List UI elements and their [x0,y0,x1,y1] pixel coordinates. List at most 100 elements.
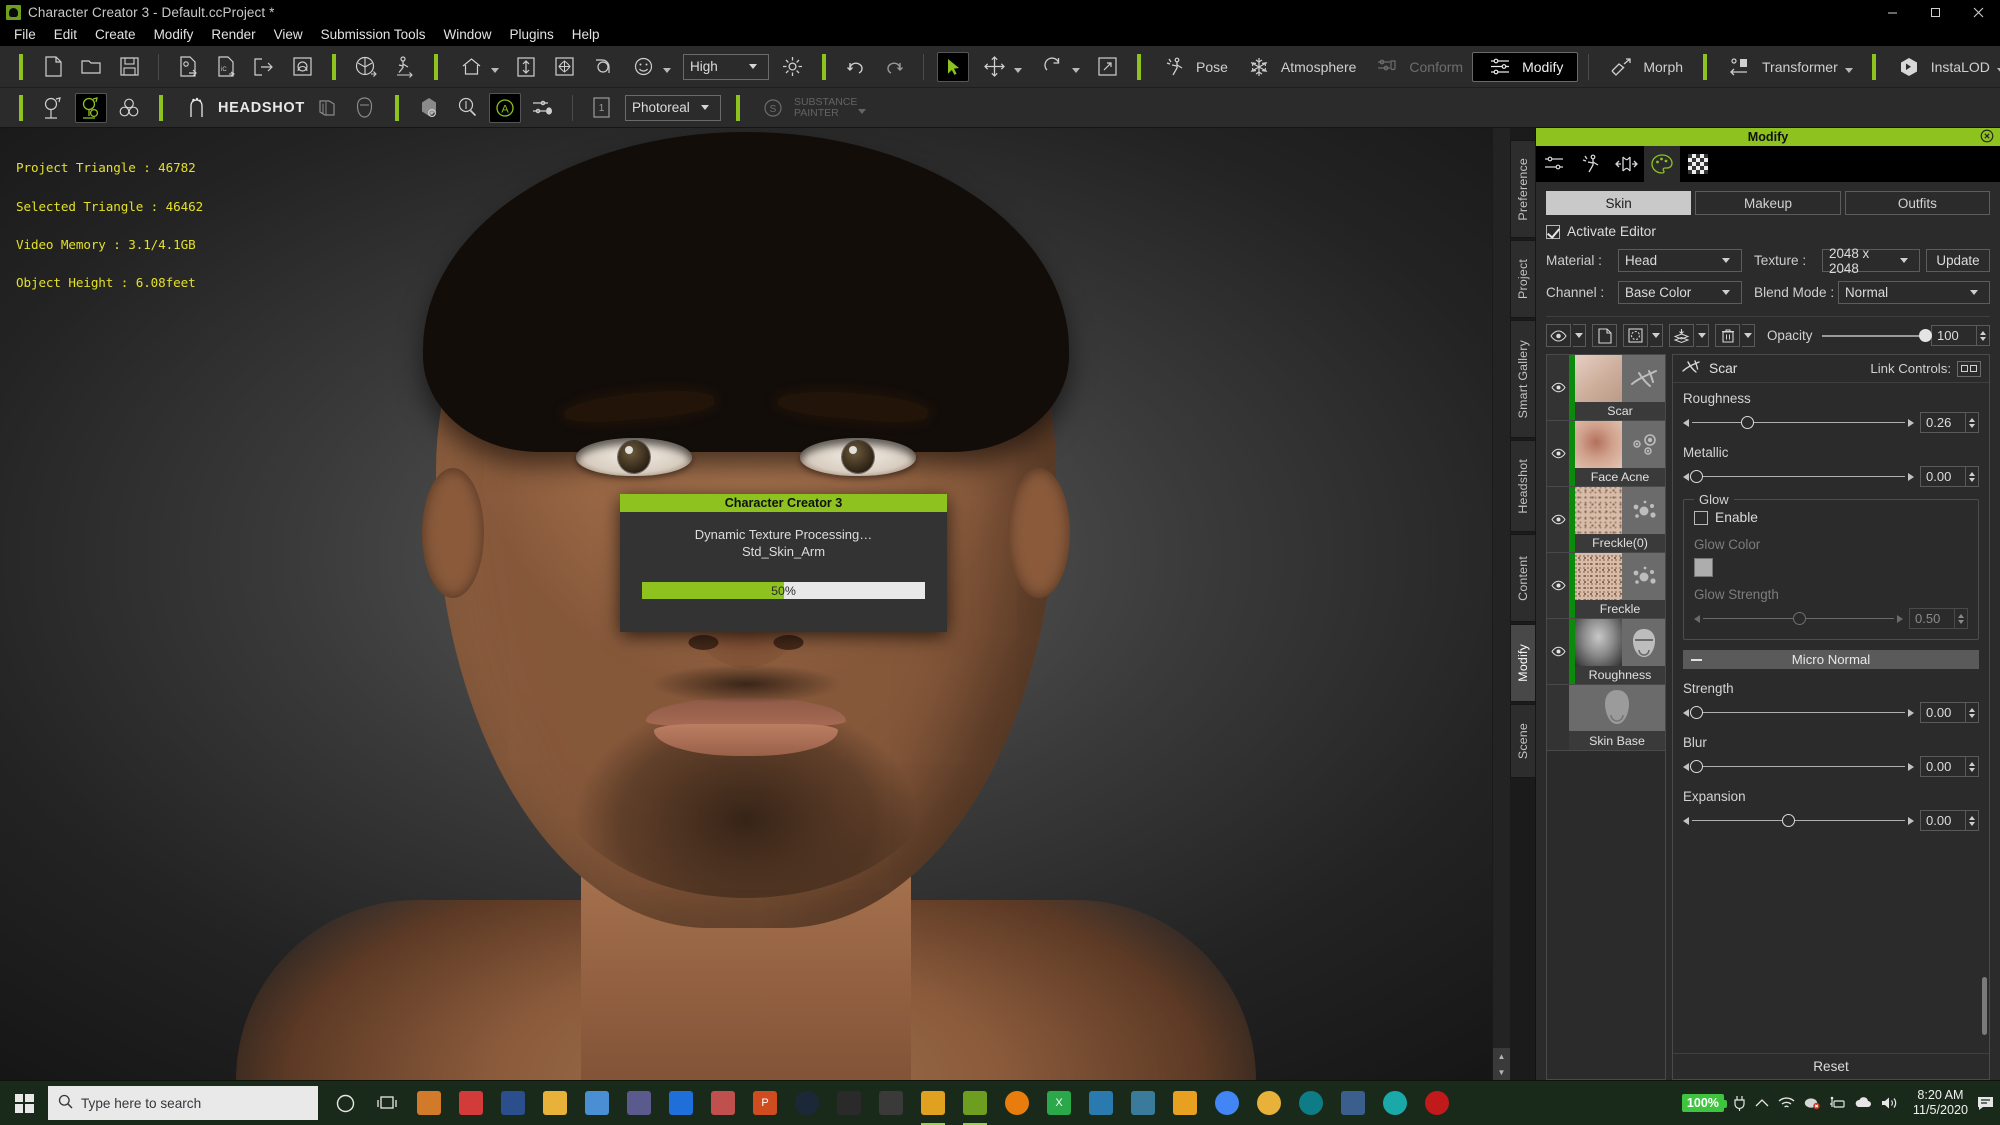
move-tool-button[interactable] [972,50,1030,84]
modify-button[interactable]: Modify [1472,51,1579,82]
tab-scale-icon[interactable] [1608,146,1644,182]
increment-arrow-icon[interactable] [1908,762,1914,771]
tab-outfits[interactable]: Outfits [1844,191,1990,215]
character-creator-icon[interactable] [954,1081,996,1125]
spinner-up[interactable] [1980,330,1986,335]
slider-knob[interactable] [1792,612,1806,625]
glow-enable-row[interactable]: Enable [1694,510,1968,525]
audacity-icon[interactable] [1248,1081,1290,1125]
sidebar-item-modify[interactable]: Modify [1510,624,1536,702]
appearance-editor-icon[interactable]: A [488,92,521,123]
material-sphere-icon[interactable] [413,93,445,123]
iclone-icon[interactable] [912,1081,954,1125]
glow-color-swatch[interactable] [1694,558,1713,577]
roughness-spinner[interactable] [1966,412,1979,433]
pose-button[interactable]: Pose [1152,50,1237,84]
layer-row-face-acne[interactable]: Face Acne [1547,421,1665,487]
mail-icon[interactable] [660,1081,702,1125]
content-blocks-icon[interactable] [113,93,145,123]
undo-icon[interactable] [840,52,872,82]
scroll-down-arrow[interactable]: ▼ [1492,1064,1511,1080]
transformer-button[interactable]: Transformer [1718,50,1861,84]
sidebar-item-scene[interactable]: Scene [1510,704,1536,778]
head-mask-icon[interactable] [349,93,381,123]
home-view-button[interactable] [449,50,507,84]
opacity-slider[interactable] [1822,327,1932,345]
edit-avatar-icon[interactable] [75,92,107,123]
spinner-down[interactable] [1969,713,1975,718]
delete-layer-icon[interactable] [1715,324,1740,347]
bluetooth-off-icon[interactable] [1804,1096,1820,1110]
tab-skin[interactable]: Skin [1546,191,1692,215]
tab-checker-icon[interactable] [1680,146,1716,182]
panel-close-icon[interactable] [1980,129,1994,143]
chevron-down-icon[interactable] [1014,68,1022,73]
taskbar-clock[interactable]: 8:20 AM 11/5/2020 [1913,1088,1968,1118]
orbit-icon[interactable] [586,52,618,82]
decrement-arrow-icon[interactable] [1683,472,1689,481]
chevron-down-icon[interactable] [858,109,867,114]
substance-icon[interactable] [1122,1081,1164,1125]
texture-slot-icon[interactable]: 1 [586,93,618,123]
activate-editor-checkbox[interactable] [1546,224,1560,239]
strength-slider[interactable] [1690,705,1905,721]
render-mode-select[interactable]: Photoreal [624,94,721,121]
spinner-down[interactable] [1969,767,1975,772]
slider-knob[interactable] [1741,416,1755,429]
atmosphere-button[interactable]: Atmosphere [1237,50,1365,84]
sidebar-item-headshot[interactable]: Headshot [1510,440,1536,532]
chevron-down-icon[interactable] [491,68,499,73]
headshot-button[interactable]: HEADSHOT [174,91,308,125]
substance-painter-button[interactable]: S SUBSTANCE PAINTER [751,91,874,125]
slider-knob[interactable] [1690,706,1704,719]
sidebar-item-content[interactable]: Content [1510,534,1536,622]
search-input[interactable]: Type here to search [48,1086,318,1120]
metallic-slider[interactable] [1690,469,1905,485]
update-button[interactable]: Update [1926,249,1990,272]
chevron-up-icon[interactable] [1755,1098,1769,1108]
eye-visibility-dropdown[interactable] [1573,324,1586,347]
roughness-slider[interactable] [1692,415,1905,431]
wifi-icon[interactable] [1778,1096,1795,1110]
scale-tool-icon[interactable] [1091,52,1123,82]
tab-palette-icon[interactable] [1644,145,1680,182]
merge-layers-icon[interactable] [1669,324,1694,347]
chevron-down-icon[interactable] [1844,68,1853,73]
slider-knob[interactable] [1919,329,1932,342]
file-explorer-icon[interactable] [534,1081,576,1125]
chevron-down-icon[interactable] [663,68,671,73]
spinner-down[interactable] [1969,423,1975,428]
layer-row-scar[interactable]: Scar [1547,355,1665,421]
decrement-arrow-icon[interactable] [1683,418,1689,427]
redo-icon[interactable] [878,52,910,82]
select-tool-icon[interactable] [937,51,969,82]
edge-icon[interactable] [1290,1081,1332,1125]
spinner-up[interactable] [1969,417,1975,422]
menu-edit[interactable]: Edit [45,25,86,45]
blender-icon[interactable] [996,1081,1038,1125]
roughness-value[interactable]: 0.26 [1920,412,1966,433]
blur-value[interactable]: 0.00 [1920,756,1966,777]
media-player-icon[interactable] [870,1081,912,1125]
obs-icon[interactable] [1332,1081,1374,1125]
spinner-up[interactable] [1969,761,1975,766]
transform-object-icon[interactable] [350,52,382,82]
open-project-icon[interactable] [75,52,107,82]
menu-file[interactable]: File [5,25,45,45]
tab-sliders-icon[interactable] [1536,146,1572,182]
video-icon[interactable] [618,1081,660,1125]
3ds-max-icon[interactable] [1080,1081,1122,1125]
increment-arrow-icon[interactable] [1908,708,1914,717]
select-region-icon[interactable] [1623,324,1648,347]
strength-value[interactable]: 0.00 [1920,702,1966,723]
blur-spinner[interactable] [1966,756,1979,777]
sidebar-item-preference[interactable]: Preference [1510,140,1536,238]
chrome-icon[interactable] [1206,1081,1248,1125]
slider-knob[interactable] [1690,470,1704,483]
power-plug-icon[interactable] [1733,1095,1746,1112]
expansion-slider[interactable] [1692,813,1905,829]
glow-enable-checkbox[interactable] [1694,510,1708,525]
metallic-spinner[interactable] [1966,466,1979,487]
save-project-icon[interactable] [113,52,145,82]
layer-row-freckle[interactable]: Freckle [1547,553,1665,619]
